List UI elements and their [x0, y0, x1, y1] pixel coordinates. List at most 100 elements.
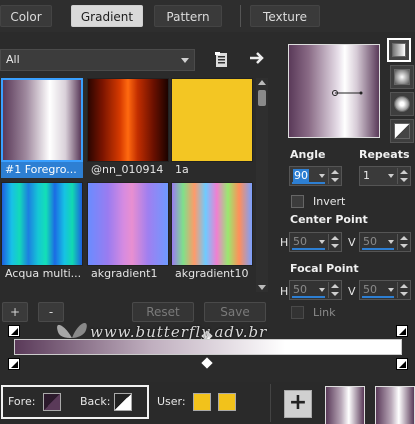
file-browse-icon [215, 52, 227, 67]
sunburst-gradient-icon [394, 123, 410, 139]
center-h-label: H [280, 236, 289, 249]
gradient-label: 1a [175, 163, 189, 176]
scroll-thumb[interactable] [258, 90, 266, 106]
gradient-item-acqua[interactable]: Acqua multi... [1, 182, 83, 282]
spin-arrows-icon[interactable] [397, 168, 409, 184]
focal-h-label: H [280, 285, 289, 298]
tab-gradient[interactable]: Gradient [71, 5, 143, 27]
export-arrow-button[interactable] [247, 48, 267, 68]
focal-v-slider-bar[interactable] [362, 296, 394, 298]
angle-handle-icon[interactable] [289, 45, 381, 139]
center-v-value: 50 [363, 235, 377, 248]
category-dropdown[interactable]: All [0, 49, 195, 71]
gradient-item-akgradient1[interactable]: akgradient1 [87, 182, 169, 282]
gradient-item-akgradient10[interactable]: akgradient10 [171, 182, 253, 282]
linear-gradient-icon [392, 43, 406, 57]
linear-gradient-type-button[interactable] [387, 38, 411, 62]
radial-gradient-icon [394, 96, 410, 112]
gradient-label: Acqua multi... [5, 267, 82, 280]
user-swatch-1[interactable] [193, 393, 211, 411]
gradient-editor-strip[interactable] [14, 339, 402, 355]
gradient-swatch [1, 78, 83, 162]
user-swatch-2[interactable] [218, 393, 236, 411]
angle-value: 90 [293, 169, 309, 182]
chevron-down-icon[interactable] [388, 240, 394, 244]
color-stop-left[interactable] [8, 358, 20, 370]
opacity-stop-left[interactable] [8, 325, 20, 337]
gradient-library: #1 Foregro... @nn_010914 1a Acqua multi.… [0, 78, 254, 292]
repeats-label: Repeats [359, 148, 410, 161]
rectangular-gradient-type-button[interactable] [390, 65, 414, 89]
chevron-down-icon [181, 58, 189, 63]
invert-checkbox[interactable] [291, 195, 304, 208]
chevron-down-icon[interactable] [319, 240, 325, 244]
add-recent-button[interactable]: + [284, 390, 312, 418]
spin-arrows-icon[interactable] [397, 282, 409, 298]
right-arrow-icon [250, 52, 264, 64]
repeats-value: 1 [363, 169, 370, 182]
center-h-slider-bar[interactable] [292, 248, 325, 250]
recent-gradient-1[interactable] [325, 386, 365, 424]
center-h-spinner[interactable]: 50 [289, 232, 342, 252]
focal-v-value: 50 [363, 283, 377, 296]
scroll-up-icon[interactable] [258, 80, 266, 85]
center-v-slider-bar[interactable] [362, 248, 394, 250]
spin-arrows-icon[interactable] [328, 234, 340, 250]
gradient-swatch [87, 78, 169, 162]
bottom-divider [270, 384, 271, 422]
angle-spinner[interactable]: 90 [289, 166, 342, 186]
user-label: User: [157, 395, 186, 408]
stop-marker-icon [399, 328, 406, 335]
gradient-item-foreground[interactable]: #1 Foregro... [1, 78, 83, 178]
tab-color[interactable]: Color [0, 5, 52, 27]
gradient-preview[interactable] [288, 44, 380, 138]
gradient-swatch [1, 182, 83, 266]
stop-marker-icon [399, 361, 406, 368]
add-gradient-button[interactable]: + [2, 302, 28, 322]
recent-gradient-2[interactable] [375, 386, 415, 424]
chevron-down-icon[interactable] [388, 288, 394, 292]
sunburst-gradient-type-button[interactable] [390, 119, 414, 143]
focal-point-label: Focal Point [290, 262, 359, 275]
gradient-swatch [171, 78, 253, 162]
spin-arrows-icon[interactable] [397, 234, 409, 250]
gradient-swatch [87, 182, 169, 266]
tab-texture[interactable]: Texture [250, 5, 320, 27]
link-label: Link [313, 306, 336, 319]
focal-h-spinner[interactable]: 50 [289, 280, 342, 300]
spin-arrows-icon[interactable] [328, 168, 340, 184]
focal-h-slider-bar[interactable] [292, 296, 325, 298]
reset-button[interactable]: Reset [132, 302, 194, 322]
radial-gradient-type-button[interactable] [390, 92, 414, 116]
color-stop-right[interactable] [396, 358, 408, 370]
gradient-item-nn[interactable]: @nn_010914 [87, 78, 169, 178]
back-swatch[interactable] [114, 393, 132, 411]
angle-label: Angle [290, 148, 326, 161]
center-point-label: Center Point [290, 213, 368, 226]
repeats-spinner[interactable]: 1 [359, 166, 411, 186]
library-scrollbar[interactable] [256, 78, 268, 292]
chevron-down-icon[interactable] [319, 288, 325, 292]
center-v-spinner[interactable]: 50 [359, 232, 411, 252]
save-button[interactable]: Save [204, 302, 266, 322]
chevron-down-icon[interactable] [388, 174, 394, 178]
opacity-stop-right[interactable] [396, 325, 408, 337]
center-v-label: V [348, 236, 356, 249]
gradient-item-1a[interactable]: 1a [171, 78, 253, 178]
fore-swatch[interactable] [43, 393, 61, 411]
spin-arrows-icon[interactable] [328, 282, 340, 298]
rectangular-gradient-icon [394, 69, 410, 85]
angle-slider-bar[interactable] [292, 182, 325, 184]
chevron-down-icon[interactable] [319, 174, 325, 178]
gradient-label: #1 Foregro... [1, 162, 83, 178]
focal-v-spinner[interactable]: 50 [359, 280, 411, 300]
gradient-label: akgradient10 [175, 267, 249, 280]
file-browse-button[interactable] [212, 50, 232, 70]
focal-v-label: V [348, 285, 356, 298]
link-checkbox[interactable] [291, 306, 304, 319]
focal-h-value: 50 [293, 283, 307, 296]
invert-label: Invert [313, 195, 346, 208]
color-midpoint[interactable] [201, 357, 213, 369]
tab-pattern[interactable]: Pattern [154, 5, 222, 27]
scroll-down-icon[interactable] [258, 285, 266, 290]
